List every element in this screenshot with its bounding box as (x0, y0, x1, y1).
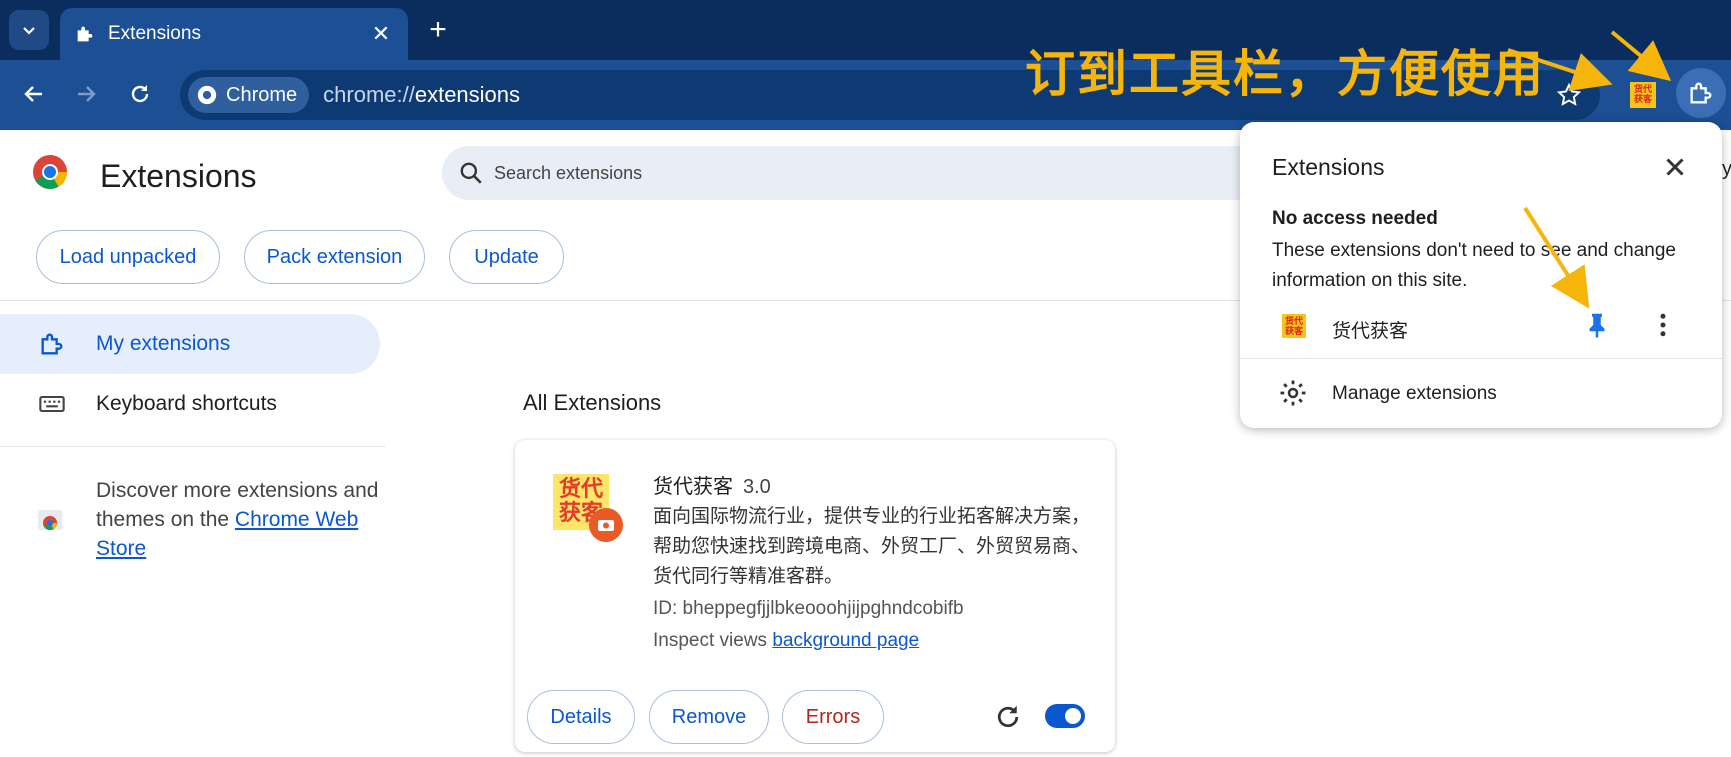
background-page-link[interactable]: background page (772, 630, 919, 651)
chevron-down-icon (23, 27, 35, 35)
clipped-text: y (1722, 158, 1731, 180)
pack-extension-button[interactable]: Pack extension (244, 230, 425, 284)
reload-icon (131, 85, 149, 103)
tab-title: Extensions (108, 23, 201, 44)
search-icon (460, 162, 482, 184)
puzzle-icon (77, 26, 93, 42)
tab-search-button[interactable] (9, 10, 49, 50)
page-title: Extensions (100, 158, 257, 194)
extension-card: 货代 获客 货代获客 3.0 面向国际物流行业，提供专业的行业拓客解决方案，帮助您快… (515, 440, 1115, 752)
popup-subtitle: No access needed (1272, 208, 1438, 229)
puzzle-icon (1690, 82, 1712, 104)
back-button[interactable] (14, 74, 54, 114)
popup-divider (1240, 358, 1722, 359)
web-store-icon (38, 510, 62, 530)
section-title: All Extensions (523, 390, 662, 415)
browser-window: Extensions ✕ + Chrome chrome://extension… (0, 0, 1731, 757)
forward-button[interactable] (66, 74, 106, 114)
enable-toggle[interactable] (1045, 704, 1085, 728)
sidebar-item-label: Keyboard shortcuts (96, 392, 277, 415)
sidebar-item-label: My extensions (96, 332, 231, 355)
site-chip[interactable]: Chrome (188, 77, 310, 113)
errors-button[interactable]: Errors (782, 690, 884, 744)
extension-icon (41, 333, 63, 355)
sidebar-item-my-extensions[interactable]: My extensions (0, 314, 380, 374)
logo-line-1: 货代 (558, 477, 603, 502)
load-unpacked-button[interactable]: Load unpacked (36, 230, 220, 284)
update-button[interactable]: Update (449, 230, 564, 284)
url-scheme: chrome:// (323, 82, 415, 107)
extensions-popup: Extensions No access needed These extens… (1240, 122, 1722, 428)
details-button[interactable]: Details (527, 690, 635, 744)
arrow-right-icon (78, 86, 96, 102)
discover-text: Discover more extensions and themes on t… (96, 476, 386, 563)
arrow-left-icon (24, 86, 42, 102)
close-icon[interactable] (1660, 152, 1690, 182)
url-host: extensions (414, 82, 521, 107)
search-input[interactable] (494, 162, 1194, 184)
extension-version: 3.0 (743, 476, 771, 498)
camera-badge-icon (589, 508, 623, 542)
gear-icon (1280, 380, 1306, 406)
popup-extension-name[interactable]: 货代获客 (1332, 316, 1408, 343)
reload-button[interactable] (120, 74, 160, 114)
sidebar-item-keyboard-shortcuts[interactable]: Keyboard shortcuts (0, 374, 380, 434)
sidebar-divider (0, 446, 385, 447)
keyboard-icon (39, 395, 65, 413)
more-vertical-icon[interactable] (1648, 310, 1678, 340)
new-tab-button[interactable]: + (420, 12, 456, 48)
extension-title: 货代获客 (653, 476, 733, 498)
reload-icon[interactable] (993, 702, 1023, 732)
extension-description: 面向国际物流行业，提供专业的行业拓客解决方案，帮助您快速找到跨境电商、外贸工厂、… (653, 506, 1091, 587)
url-text[interactable]: chrome://extensions (323, 82, 520, 108)
chrome-icon (197, 85, 217, 105)
popup-note: These extensions don't need to see and c… (1272, 240, 1676, 291)
extension-name: 货代获客 3.0 (653, 470, 771, 499)
pin-icon[interactable] (1582, 310, 1612, 340)
extensions-menu-button[interactable] (1676, 68, 1726, 118)
search-box[interactable] (442, 146, 1272, 200)
popup-title: Extensions (1272, 154, 1385, 180)
bookmark-star-icon[interactable] (1556, 82, 1582, 108)
site-chip-label: Chrome (226, 83, 298, 106)
tab-close-icon[interactable]: ✕ (368, 21, 394, 47)
tab-extensions[interactable]: Extensions ✕ (60, 8, 408, 60)
manage-extensions-link[interactable]: Manage extensions (1332, 383, 1497, 405)
remove-button[interactable]: Remove (649, 690, 769, 744)
chrome-logo-icon (33, 155, 67, 189)
toolbar-extension-icon[interactable]: 货代获客 (1630, 82, 1656, 108)
extension-id: ID: bheppegfjjlbkeooohjijpghndcobifb (653, 598, 964, 619)
annotation-text: 订到工具栏，方便使用 (1025, 45, 1545, 103)
popup-extension-icon: 货代获客 (1282, 314, 1306, 338)
inspect-label: Inspect views (653, 630, 773, 651)
inspect-views: Inspect views background page (653, 630, 919, 652)
